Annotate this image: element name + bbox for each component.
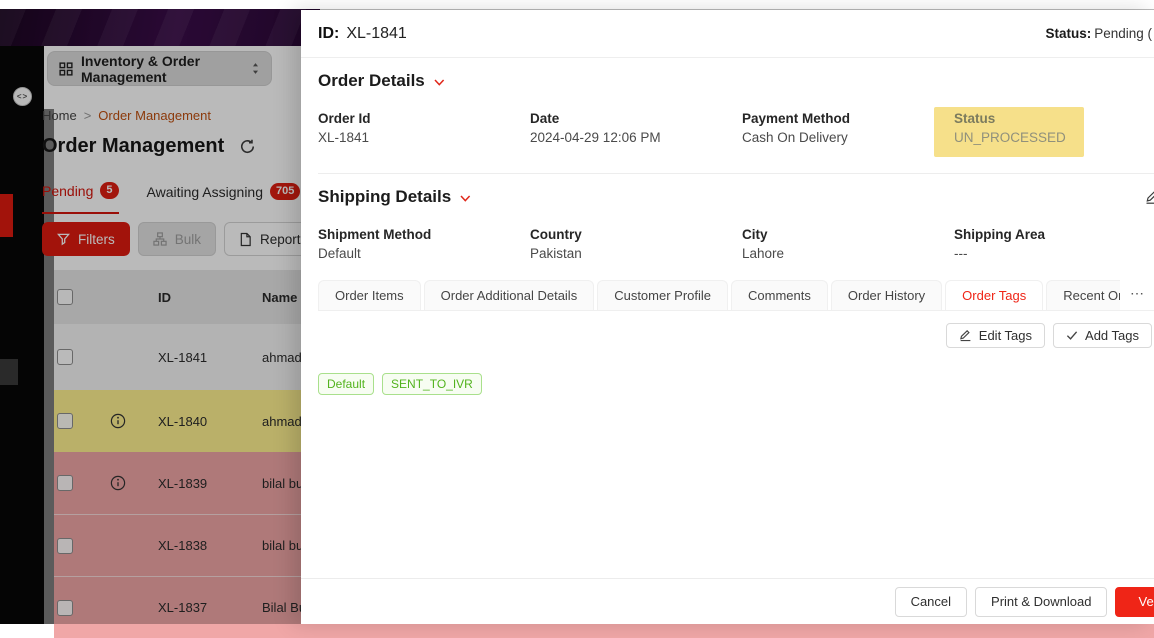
order-tags-list: Default SENT_TO_IVR [318,373,1154,395]
drawer-body: Order Details Order Id XL-1841 Date 2024… [301,58,1154,578]
tag-actions: Edit Tags Add Tags [318,323,1152,348]
field-payment-method: Payment Method Cash On Delivery [742,111,954,157]
section-divider [318,173,1154,174]
verify-button[interactable]: Verify [1115,587,1154,617]
drawer-footer: Cancel Print & Download Verify [301,578,1154,624]
field-status-highlighted: Status UN_PROCESSED [934,107,1084,157]
field-city: City Lahore [742,227,954,261]
tab-order-history[interactable]: Order History [831,280,942,310]
edit-tags-icon [959,329,972,342]
tab-recent-orders[interactable]: Recent Orders [1046,280,1120,310]
shipping-details-section-title[interactable]: Shipping Details [318,187,471,207]
add-tags-button[interactable]: Add Tags [1053,323,1152,348]
chevron-down-icon [460,192,471,203]
order-details-section-title[interactable]: Order Details [318,71,445,91]
field-shipping-area: Shipping Area --- [954,227,1154,261]
print-download-button[interactable]: Print & Download [975,587,1107,617]
field-date: Date 2024-04-29 12:06 PM [530,111,742,157]
cancel-button[interactable]: Cancel [895,587,967,617]
tab-order-tags[interactable]: Order Tags [945,280,1043,310]
edit-tags-button[interactable]: Edit Tags [946,323,1045,348]
edit-icon[interactable] [1145,189,1154,205]
tabs-more-icon[interactable]: ⋯ [1120,285,1154,310]
drawer-header: ID:XL-1841 Status:Pending ( [301,10,1154,58]
tag-sent-to-ivr[interactable]: SENT_TO_IVR [382,373,482,395]
tab-customer-profile[interactable]: Customer Profile [597,280,728,310]
order-detail-drawer: ID:XL-1841 Status:Pending ( Order Detail… [301,10,1154,624]
tab-order-additional-details[interactable]: Order Additional Details [424,280,595,310]
drawer-tabs: Order Items Order Additional Details Cus… [318,280,1154,311]
order-details-fields: Order Id XL-1841 Date 2024-04-29 12:06 P… [318,111,1154,157]
tab-order-items[interactable]: Order Items [318,280,421,310]
tab-comments[interactable]: Comments [731,280,828,310]
shipping-details-fields: Shipment Method Default Country Pakistan… [318,227,1154,261]
field-shipment-method: Shipment Method Default [318,227,530,261]
field-order-id: Order Id XL-1841 [318,111,530,157]
field-country: Country Pakistan [530,227,742,261]
tag-default[interactable]: Default [318,373,374,395]
order-id-heading: ID:XL-1841 [318,25,407,43]
chevron-down-icon [434,76,445,87]
order-status-heading: Status:Pending ( [1045,26,1152,41]
check-icon [1066,330,1078,341]
